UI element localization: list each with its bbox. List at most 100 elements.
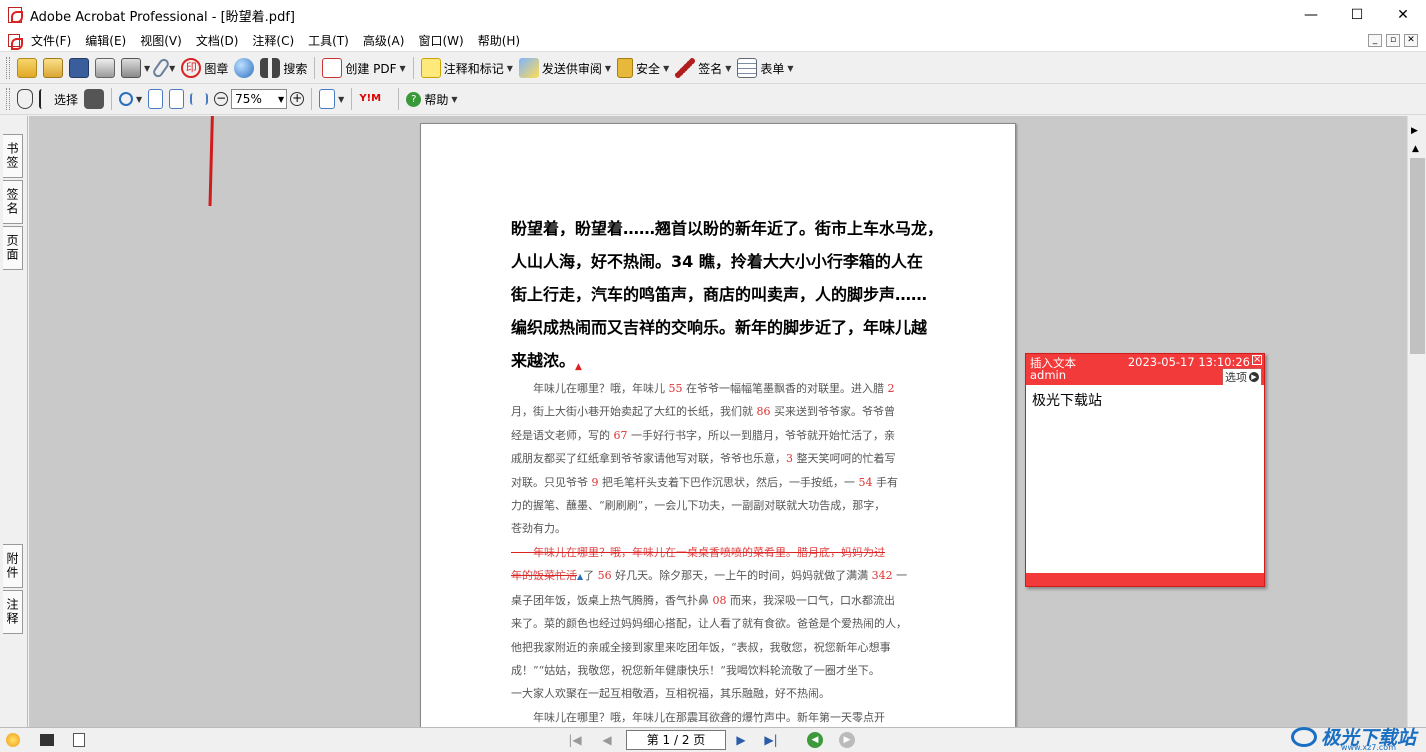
snapshot-button[interactable]: [81, 87, 107, 111]
text-line: 经是语文老师，写的 67 一手好行书字，所以一到腊月，爷爷就开始忙活了，亲: [511, 424, 931, 447]
menu-file[interactable]: 文件(F): [24, 30, 78, 52]
window-title: Adobe Acrobat Professional - [盼望着.pdf]: [30, 9, 295, 25]
how-to-icon[interactable]: [4, 731, 22, 749]
zoom-tool-button[interactable]: ▼: [116, 87, 145, 111]
minimize-button[interactable]: —: [1288, 0, 1334, 30]
text-line: 年味儿在哪里？哦，年味儿 55 在爷爷一幅幅笔墨飘香的对联里。进入腊 2: [511, 377, 931, 400]
maximize-button[interactable]: ☐: [1334, 0, 1380, 30]
menu-tools[interactable]: 工具(T): [301, 30, 356, 52]
zoom-level-select[interactable]: 75% ▼: [231, 89, 288, 109]
text-fragment: 好几天。除夕那天，一上午的时间，妈妈就做了满满: [611, 569, 872, 583]
doc-close-button[interactable]: ✕: [1404, 34, 1418, 47]
last-page-icon[interactable]: ▶|: [762, 731, 780, 749]
text-fragment: 来了。菜的颜色也经过妈妈细心搭配，让人看了就有食欲。爸爸是个爱热闹的人，: [511, 617, 907, 631]
fit-page-button[interactable]: [166, 87, 187, 111]
document-properties-icon[interactable]: [70, 731, 88, 749]
note-header[interactable]: 插入文本 2023-05-17 13:10:26 × admin 选项 ▶: [1026, 354, 1264, 386]
zoom-out-button[interactable]: −: [211, 87, 231, 111]
text-line: 街上行走，汽车的鸣笛声，商店的叫卖声，人的脚步声……: [511, 285, 928, 304]
security-button[interactable]: 安全 ▼: [614, 56, 672, 80]
first-page-icon[interactable]: |◀: [566, 731, 584, 749]
annotation-number: 3: [786, 452, 793, 466]
hand-tool-button[interactable]: [14, 87, 36, 111]
doc-minimize-button[interactable]: _: [1368, 34, 1382, 47]
text-fragment: 桌子团年饭，饭桌上热气腾腾，香气扑鼻: [511, 593, 713, 607]
close-button[interactable]: ✕: [1380, 0, 1426, 30]
magnifier-icon: [119, 92, 134, 106]
previous-view-icon[interactable]: ◀: [806, 731, 824, 749]
sign-button[interactable]: 签名 ▼: [672, 56, 734, 80]
open-button[interactable]: [14, 56, 40, 80]
comment-markup-button[interactable]: 注释和标记 ▼: [418, 56, 516, 80]
strikethrough-text[interactable]: 年味儿在哪里？哦，年味儿在一桌桌香喷喷的菜肴里。腊月底，妈妈为过: [511, 541, 931, 564]
attach-button[interactable]: ▼: [151, 56, 178, 80]
next-page-icon[interactable]: ▶: [732, 731, 750, 749]
comment-note-popup[interactable]: 插入文本 2023-05-17 13:10:26 × admin 选项 ▶ 极光下…: [1025, 353, 1265, 587]
toolbar-grip[interactable]: [6, 57, 10, 79]
yahoo-toolbar-button[interactable]: Y!M: [356, 87, 394, 111]
email-button[interactable]: ▼: [118, 56, 153, 80]
tab-attachments[interactable]: 附件: [3, 544, 23, 588]
navigation-toolbar: 选择 ▼ − 75% ▼ + ▼ Y!M ? 帮助 ▼: [0, 84, 1426, 115]
menu-comments[interactable]: 注释(C): [245, 30, 301, 52]
menu-view[interactable]: 视图(V): [133, 30, 189, 52]
send-review-icon: [518, 58, 539, 78]
scroll-up-icon[interactable]: ▲: [1412, 144, 1419, 154]
select-tool-button[interactable]: 选择: [36, 87, 81, 111]
web-search-button[interactable]: [231, 56, 257, 80]
rotate-view-button[interactable]: ▼: [316, 87, 347, 111]
chevron-down-icon: ▼: [399, 63, 406, 73]
send-review-button[interactable]: 发送供审阅 ▼: [516, 56, 614, 80]
annotation-number: 56: [597, 569, 612, 583]
menu-advanced[interactable]: 高级(A): [356, 30, 412, 52]
note-content-field[interactable]: 极光下载站: [1026, 385, 1264, 573]
text-line: 盼望着，盼望着……翘首以盼的新年近了。街市上车水马龙，: [511, 219, 944, 238]
next-view-icon[interactable]: ▶: [838, 731, 856, 749]
fit-page-icon: [169, 89, 185, 109]
stamp-label: 图章: [204, 61, 229, 76]
create-pdf-button[interactable]: 创建 PDF ▼: [319, 56, 408, 80]
chevron-right-icon: ▶: [1249, 372, 1259, 382]
page-number-field[interactable]: 第 1 / 2 页: [626, 730, 726, 750]
scrollbar-thumb[interactable]: [1410, 158, 1425, 354]
organizer-button[interactable]: [40, 56, 66, 80]
search-button[interactable]: 搜索: [257, 56, 310, 80]
menu-document[interactable]: 文档(D): [189, 30, 246, 52]
panel-toggle-icon[interactable]: ▶: [1411, 126, 1418, 136]
stamp-button[interactable]: 印图章: [178, 56, 231, 80]
pen-icon: [675, 58, 696, 78]
previous-page-icon[interactable]: ◀: [598, 731, 616, 749]
pdf-page[interactable]: 盼望着，盼望着……翘首以盼的新年近了。街市上车水马龙， 人山人海，好不热闹。34…: [420, 123, 1016, 727]
fit-width-button[interactable]: [187, 87, 211, 111]
save-button[interactable]: [66, 56, 92, 80]
note-options-button[interactable]: 选项 ▶: [1222, 368, 1262, 386]
text-line-content: 了 56 好几天。除夕那天，一上午的时间，妈妈就做了满满 342 一: [583, 569, 907, 582]
insert-text-caret-icon[interactable]: ▲: [575, 362, 582, 372]
close-icon[interactable]: ×: [1252, 355, 1262, 365]
file-toolbar: ▼ ▼ 印图章 搜索 创建 PDF ▼ 注释和标记 ▼ 发送供审阅 ▼ 安全 ▼ 签名 ▼…: [0, 53, 1426, 84]
print-button[interactable]: [92, 56, 118, 80]
help-button[interactable]: ? 帮助 ▼: [403, 87, 460, 111]
tab-signatures[interactable]: 签名: [3, 180, 23, 224]
tab-pages[interactable]: 页面: [3, 226, 23, 270]
lock-icon: [617, 58, 634, 78]
menu-edit[interactable]: 编辑(E): [78, 30, 133, 52]
red-arrow-annotation: [208, 116, 214, 207]
navigation-pane-tabs: 书签 签名 页面 附件 注释: [0, 116, 28, 727]
email-icon: [121, 58, 141, 78]
document-menu-icon[interactable]: [8, 34, 23, 50]
doc-restore-button[interactable]: ▫: [1386, 34, 1400, 47]
forms-button[interactable]: 表单 ▼: [734, 56, 796, 80]
help-label: 帮助: [424, 92, 449, 107]
zoom-in-button[interactable]: +: [287, 87, 307, 111]
tab-bookmarks[interactable]: 书签: [3, 134, 23, 178]
tab-comments[interactable]: 注释: [3, 590, 23, 634]
menu-window[interactable]: 窗口(W): [411, 30, 470, 52]
vertical-scrollbar[interactable]: ▶ ▲: [1407, 116, 1426, 727]
menu-help[interactable]: 帮助(H): [471, 30, 527, 52]
toolbar-grip[interactable]: [6, 88, 10, 110]
forms-label: 表单: [760, 61, 785, 76]
screen-mode-icon[interactable]: [38, 731, 56, 749]
strikethrough-text[interactable]: 年的饭菜忙活: [511, 569, 577, 582]
actual-size-button[interactable]: [145, 87, 166, 111]
